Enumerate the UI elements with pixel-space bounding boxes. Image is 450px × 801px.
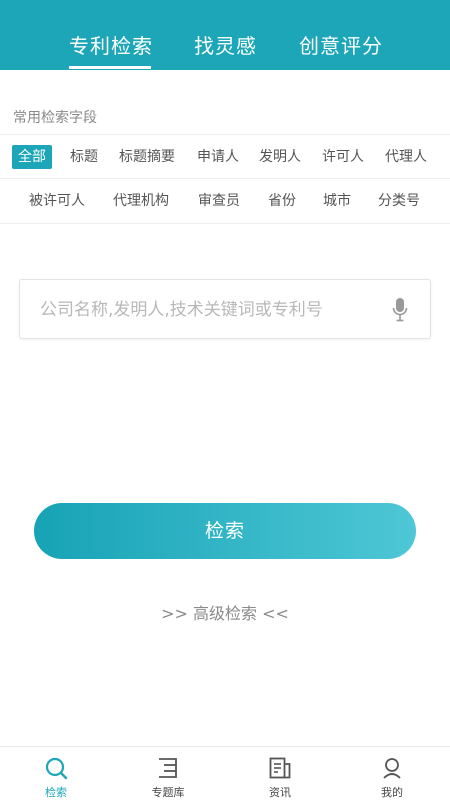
topic-library-icon [159,758,177,778]
field-chip-applicant[interactable]: 申请人 [197,145,239,169]
bottom-nav-profile[interactable]: 我的 [336,747,448,801]
bottom-nav-search-label: 检索 [45,786,67,799]
field-chips-row-2: 被许可人 代理机构 审查员 省份 城市 分类号 [0,178,450,224]
field-chip-licensor[interactable]: 许可人 [322,145,364,169]
top-header: 专利检索 找灵感 创意评分 [0,0,450,70]
tab-patent-search[interactable]: 专利检索 [69,30,153,59]
bottom-nav-news[interactable]: 资讯 [224,747,336,801]
field-chip-examiner[interactable]: 审查员 [198,189,240,213]
field-chip-inventor[interactable]: 发明人 [259,145,301,169]
field-chip-licensee[interactable]: 被许可人 [29,189,85,213]
search-icon [45,757,68,780]
field-chip-city[interactable]: 城市 [323,189,351,213]
bottom-nav-search[interactable]: 检索 [0,747,112,801]
tab-find-inspiration[interactable]: 找灵感 [194,30,257,59]
search-input[interactable] [38,280,382,340]
advanced-search-link[interactable]: >> 高级检索 << [0,600,450,624]
bottom-nav-topic-library[interactable]: 专题库 [112,747,224,801]
bottom-nav: 检索 专题库 资讯 我的 [0,746,450,801]
fields-section-label: 常用检索字段 [13,110,97,126]
bottom-nav-topic-library-label: 专题库 [151,786,185,799]
field-chip-classification[interactable]: 分类号 [378,189,420,213]
field-chip-title-abstract[interactable]: 标题摘要 [119,145,175,169]
field-chip-all[interactable]: 全部 [12,145,52,169]
search-box [19,279,431,340]
field-chips-row-1: 全部 标题 标题摘要 申请人 发明人 许可人 代理人 [0,134,450,179]
search-button[interactable]: 检索 [34,503,416,559]
field-chip-agency[interactable]: 代理机构 [113,189,169,213]
field-chip-title[interactable]: 标题 [70,145,98,169]
active-tab-indicator [69,66,151,69]
bottom-nav-news-label: 资讯 [269,786,291,799]
field-chip-agent[interactable]: 代理人 [385,145,427,169]
tab-idea-score[interactable]: 创意评分 [299,30,383,59]
profile-icon [383,758,401,779]
bottom-nav-profile-label: 我的 [381,786,403,799]
microphone-icon[interactable] [392,297,408,323]
field-chip-province[interactable]: 省份 [268,189,296,213]
news-icon [269,757,291,779]
